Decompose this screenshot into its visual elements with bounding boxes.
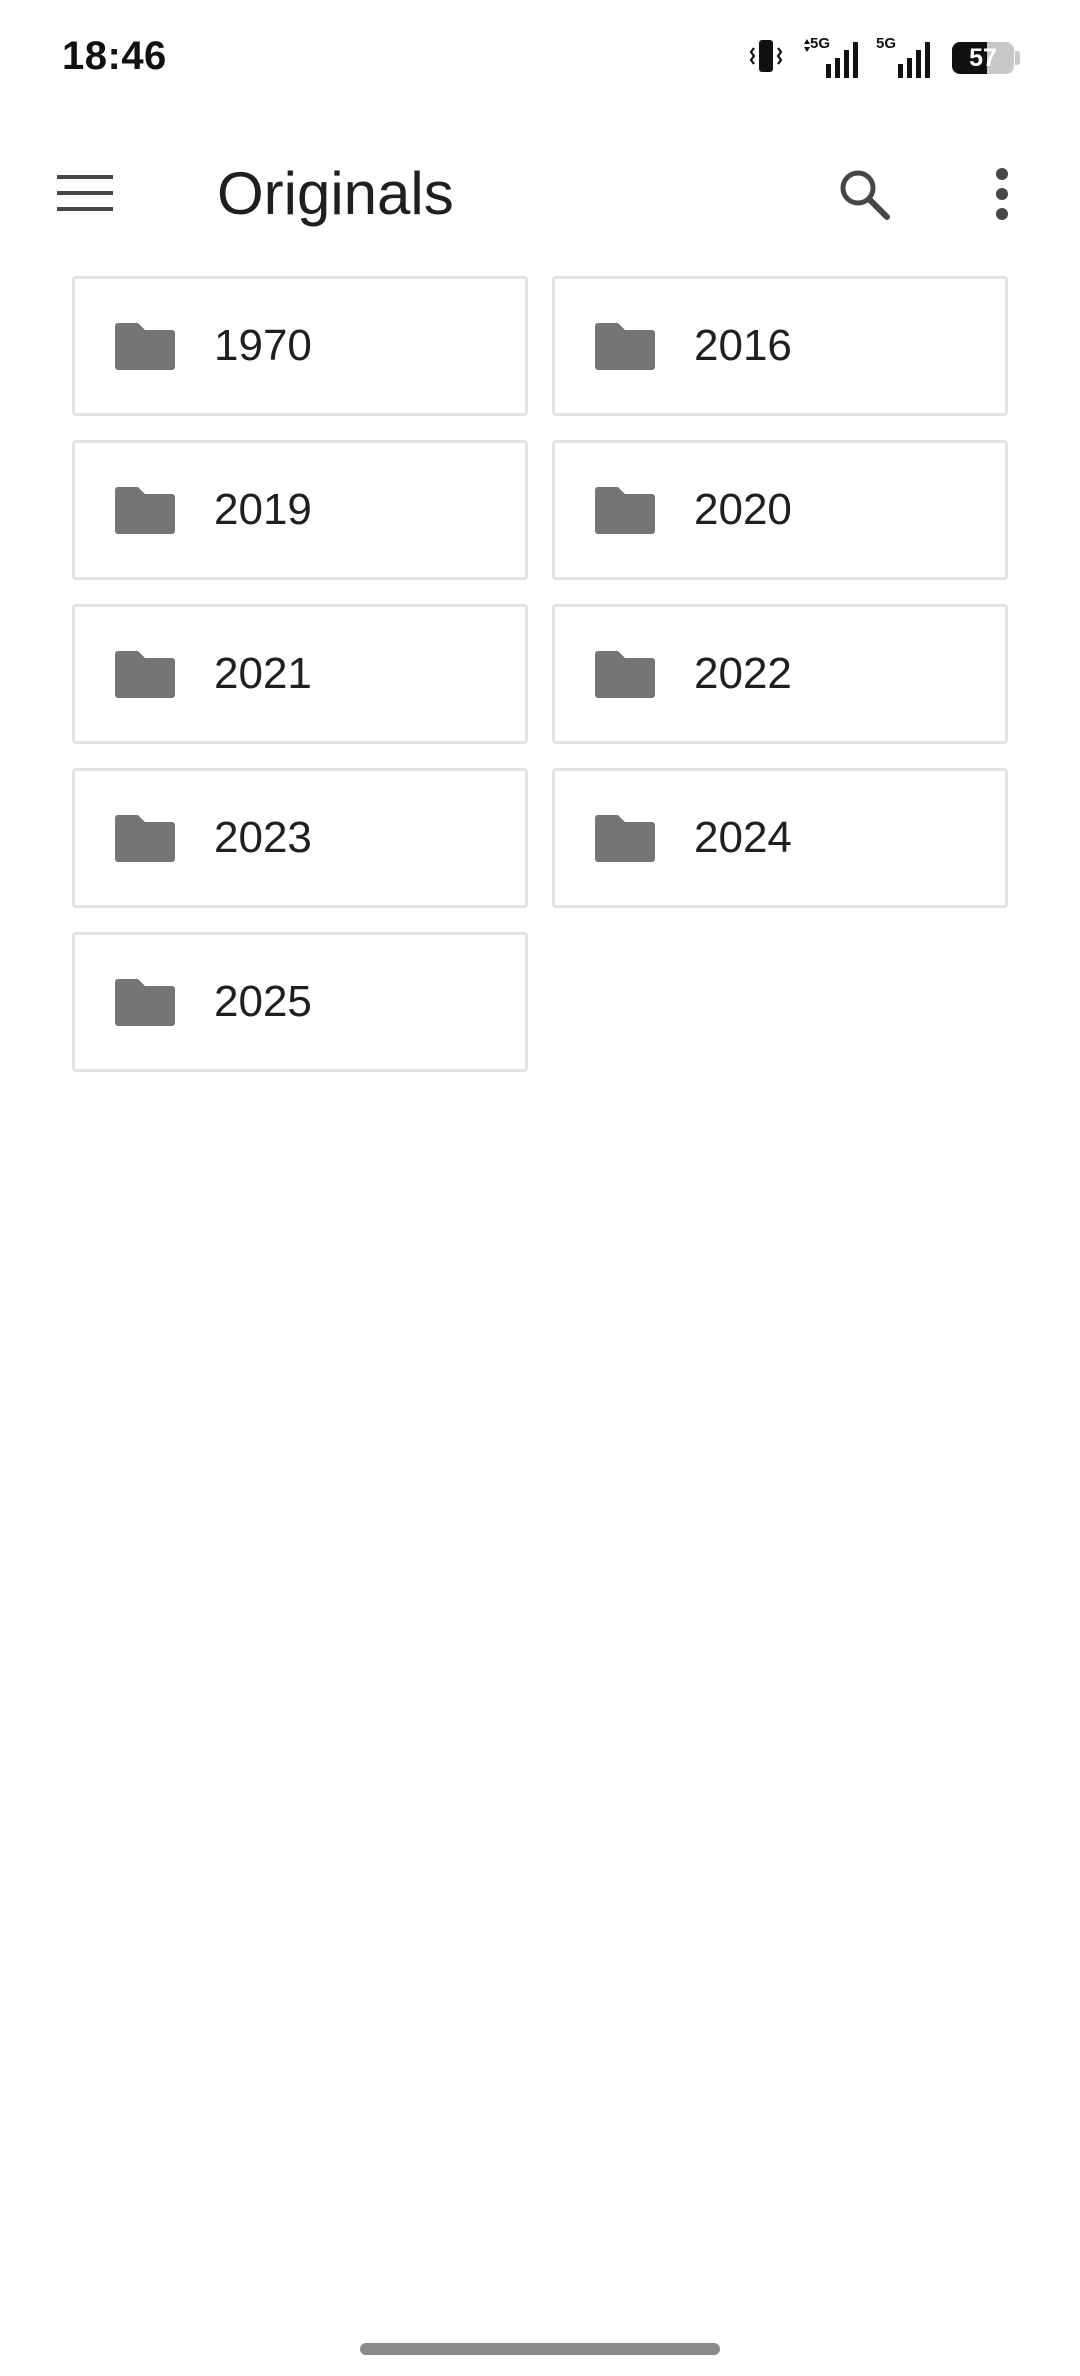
folder-name: 2021	[214, 649, 312, 698]
folder-icon	[114, 321, 176, 371]
folder-card[interactable]: 1970	[72, 276, 528, 416]
folder-name: 2016	[694, 321, 792, 370]
status-icons: 5G 5G 57	[746, 36, 1020, 80]
folder-card[interactable]: 2020	[552, 440, 1008, 580]
folder-name: 2023	[214, 813, 312, 862]
folder-icon	[594, 813, 656, 863]
folder-icon	[114, 977, 176, 1027]
menu-button[interactable]	[40, 160, 130, 230]
folder-icon	[594, 649, 656, 699]
status-bar: 18:46 5G 5G 57	[0, 0, 1080, 120]
folder-name: 2022	[694, 649, 792, 698]
folder-card[interactable]: 2022	[552, 604, 1008, 744]
folder-icon	[114, 813, 176, 863]
folder-name: 2024	[694, 813, 792, 862]
folder-card[interactable]: 2016	[552, 276, 1008, 416]
page-title: Originals	[217, 160, 454, 227]
search-button[interactable]	[822, 154, 906, 238]
folder-icon	[114, 649, 176, 699]
signal-icon-2: 5G	[876, 36, 938, 80]
vibrate-icon	[746, 36, 786, 81]
folder-card[interactable]: 2021	[72, 604, 528, 744]
folder-grid: 1970 2016 2019 2020 2021 2022 2023 2024 …	[72, 276, 1008, 1072]
folder-card[interactable]: 2023	[72, 768, 528, 908]
gesture-nav-bar[interactable]	[360, 2343, 720, 2355]
folder-card[interactable]: 2019	[72, 440, 528, 580]
battery-icon: 57	[952, 40, 1020, 76]
folder-icon	[114, 485, 176, 535]
folder-name: 2020	[694, 485, 792, 534]
folder-name: 2025	[214, 977, 312, 1026]
folder-card[interactable]: 2024	[552, 768, 1008, 908]
search-icon	[836, 166, 892, 227]
battery-level: 57	[969, 44, 997, 72]
hamburger-menu-icon	[57, 173, 113, 218]
more-options-button[interactable]	[962, 154, 1042, 238]
folder-name: 1970	[214, 321, 312, 370]
signal-icon: 5G	[800, 36, 862, 80]
folder-card[interactable]: 2025	[72, 932, 528, 1072]
status-time: 18:46	[62, 34, 167, 78]
folder-icon	[594, 321, 656, 371]
folder-icon	[594, 485, 656, 535]
more-vert-icon	[994, 167, 1010, 225]
app-bar: Originals	[0, 140, 1080, 248]
folder-name: 2019	[214, 485, 312, 534]
